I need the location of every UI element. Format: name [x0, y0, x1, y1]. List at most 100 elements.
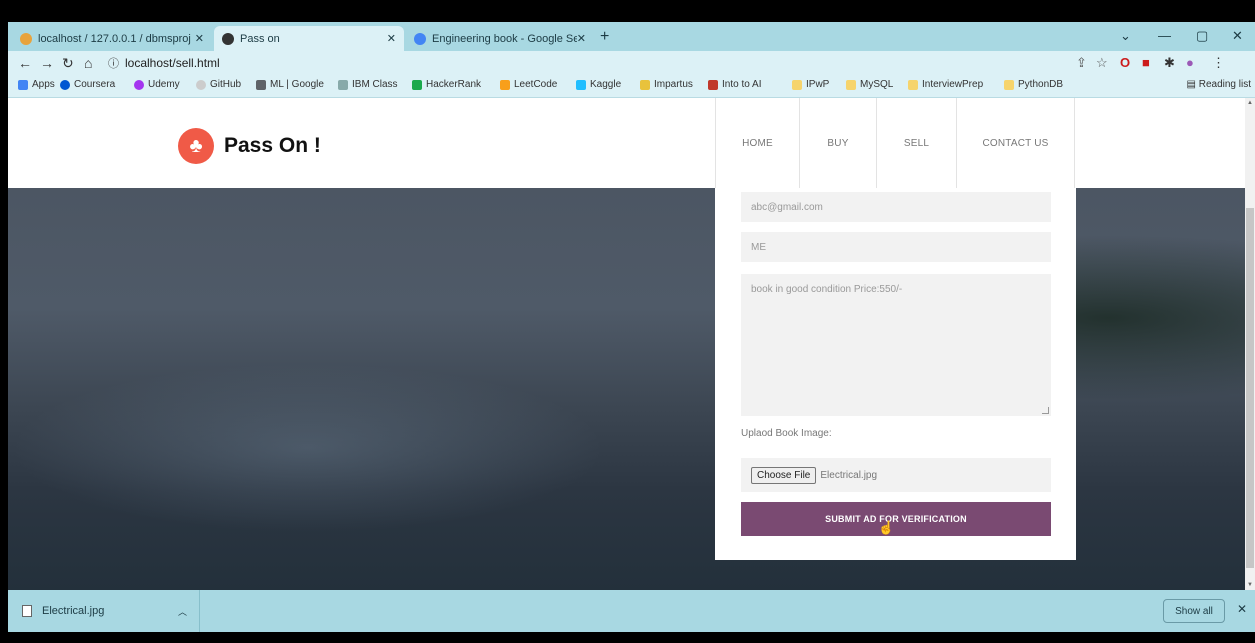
reading-list-icon: ▤ — [1186, 79, 1196, 90]
chevron-up-icon[interactable]: ︿ — [178, 605, 187, 618]
home-icon[interactable]: ⌂ — [84, 55, 92, 71]
sell-form: abc@gmail.com ME book in good condition … — [715, 188, 1076, 560]
close-icon[interactable]: ✕ — [195, 32, 204, 45]
tab-title: localhost / 127.0.0.1 / dbmsproj — [38, 32, 191, 45]
submit-ad-button[interactable]: SUBMIT AD FOR VERIFICATION — [741, 502, 1051, 536]
window-close-icon[interactable]: ✕ — [1232, 28, 1243, 44]
bookmark-label: Impartus — [654, 79, 693, 90]
email-field[interactable]: abc@gmail.com — [741, 192, 1051, 222]
forward-arrow-icon[interactable]: → — [40, 55, 54, 71]
main-nav: HOME BUY SELL CONTACT US — [715, 98, 1075, 188]
google-icon — [414, 32, 426, 45]
description-textarea[interactable]: book in good condition Price:550/- — [741, 274, 1051, 416]
bookmark-impartus[interactable]: Impartus — [640, 79, 693, 90]
nav-home[interactable]: HOME — [715, 98, 800, 188]
bookmark-label: Apps — [32, 79, 55, 90]
bookmark-hackerrank[interactable]: HackerRank — [412, 79, 481, 90]
download-bar: Electrical.jpg ︿ Show all ✕ — [8, 590, 1255, 632]
bookmark-kaggle[interactable]: Kaggle — [576, 79, 621, 90]
bookmark-coursera[interactable]: Coursera — [60, 79, 115, 90]
nav-contact-us[interactable]: CONTACT US — [957, 98, 1075, 188]
bookmark-label: Udemy — [148, 79, 180, 90]
download-item[interactable]: Electrical.jpg ︿ — [8, 590, 200, 632]
nav-sell[interactable]: SELL — [877, 98, 957, 188]
bookmark-mysql[interactable]: MySQL — [846, 79, 893, 90]
new-tab-button[interactable]: + — [600, 28, 609, 46]
bookmark-label: IBM Class — [352, 79, 398, 90]
tab-strip: localhost / 127.0.0.1 / dbmsproj ✕ Pass … — [8, 22, 1255, 51]
profile-avatar[interactable]: ● — [1186, 55, 1194, 70]
tab-title: Engineering book - Google Searc — [432, 32, 577, 45]
download-file-name: Electrical.jpg — [42, 605, 105, 617]
scroll-thumb[interactable] — [1246, 208, 1254, 568]
description-text: book in good condition Price:550/- — [751, 284, 903, 295]
info-icon[interactable]: ⓘ — [108, 55, 119, 71]
bookmark-pythondb[interactable]: PythonDB — [1004, 79, 1063, 90]
github-icon — [196, 79, 206, 90]
close-icon[interactable]: ✕ — [577, 32, 586, 45]
upload-image-label: Uplaod Book Image: — [741, 428, 832, 439]
bookmark-label: GitHub — [210, 79, 242, 90]
site-logo[interactable]: ♣ Pass On ! — [178, 128, 321, 164]
tab-google-search[interactable]: Engineering book - Google Searc ✕ — [406, 26, 594, 51]
coursera-icon — [60, 79, 70, 90]
ibm-icon — [338, 79, 348, 90]
bookmark-ibm-class[interactable]: IBM Class — [338, 79, 398, 90]
bookmark-label: ML | Google — [270, 79, 324, 90]
bookmark-leetcode[interactable]: LeetCode — [500, 79, 557, 90]
menu-kebab-icon[interactable]: ⋮ — [1212, 55, 1225, 71]
tab-title: Pass on — [240, 32, 280, 45]
bookmark-ipwp[interactable]: IPwP — [792, 79, 829, 90]
extensions-puzzle-icon[interactable]: ✱ — [1164, 55, 1175, 71]
bookmark-label: PythonDB — [1018, 79, 1064, 90]
bookmark-label: Coursera — [74, 79, 116, 90]
folder-icon — [1004, 79, 1014, 90]
tab-search-chevron-icon[interactable]: ⌄ — [1120, 28, 1131, 44]
hackerrank-icon — [412, 79, 422, 90]
file-input: Choose File Electrical.jpg — [741, 458, 1051, 492]
close-download-bar-icon[interactable]: ✕ — [1237, 602, 1247, 616]
globe-icon — [222, 32, 234, 45]
opera-extension-icon[interactable]: O — [1120, 55, 1130, 70]
reload-icon[interactable]: ↻ — [62, 55, 74, 72]
address-bar[interactable]: ⓘ localhost/sell.html — [108, 54, 1068, 72]
bookmark-interviewprep[interactable]: InterviewPrep — [908, 79, 983, 90]
resize-handle-icon[interactable] — [1042, 407, 1049, 414]
browser-toolbar: ← → ↻ ⌂ ⓘ localhost/sell.html ⇪ ☆ O ■ ✱ … — [8, 51, 1255, 75]
bookmark-udemy[interactable]: Udemy — [134, 79, 180, 90]
folder-icon — [792, 79, 802, 90]
reading-list-button[interactable]: ▤ Reading list — [1187, 79, 1252, 90]
bookmark-star-icon[interactable]: ☆ — [1096, 55, 1108, 71]
close-icon[interactable]: ✕ — [387, 32, 396, 45]
brand-name: Pass On ! — [224, 134, 321, 157]
scroll-down-arrow-icon[interactable]: ▼ — [1247, 582, 1253, 588]
impartus-icon — [640, 79, 650, 90]
minimize-icon[interactable]: — — [1158, 28, 1171, 43]
url-text: localhost/sell.html — [125, 56, 220, 70]
udemy-icon — [134, 79, 144, 90]
nav-buy[interactable]: BUY — [800, 98, 877, 188]
selected-file-name: Electrical.jpg — [820, 469, 878, 481]
tab-pass-on[interactable]: Pass on ✕ — [214, 26, 404, 51]
bookmark-github[interactable]: GitHub — [196, 79, 241, 90]
bookmark-apps[interactable]: Apps — [18, 79, 55, 90]
bookmark-ml-google[interactable]: ML | Google — [256, 79, 324, 90]
folder-icon — [908, 79, 918, 90]
branch-field[interactable]: ME — [741, 232, 1051, 262]
bookmark-label: IPwP — [806, 79, 830, 90]
red-extension-icon[interactable]: ■ — [1142, 55, 1150, 70]
web-page: ♣ Pass On ! HOME BUY SELL CONTACT US abc… — [8, 98, 1245, 590]
back-arrow-icon[interactable]: ← — [18, 55, 32, 71]
bookmark-into-to-ai[interactable]: Into to AI — [708, 79, 761, 90]
show-all-button[interactable]: Show all — [1163, 599, 1225, 623]
share-icon[interactable]: ⇪ — [1076, 55, 1087, 71]
bookmarks-bar: Apps Coursera Udemy GitHub ML | Google I… — [8, 75, 1255, 98]
phpmyadmin-icon — [20, 32, 32, 45]
maximize-icon[interactable]: ▢ — [1196, 28, 1208, 44]
code-icon — [256, 79, 266, 90]
scroll-up-arrow-icon[interactable]: ▲ — [1247, 100, 1253, 106]
page-scrollbar[interactable]: ▲ ▼ — [1245, 98, 1255, 590]
bookmark-label: LeetCode — [514, 79, 558, 90]
choose-file-button[interactable]: Choose File — [751, 466, 817, 484]
tab-phpmyadmin[interactable]: localhost / 127.0.0.1 / dbmsproj ✕ — [12, 26, 212, 51]
